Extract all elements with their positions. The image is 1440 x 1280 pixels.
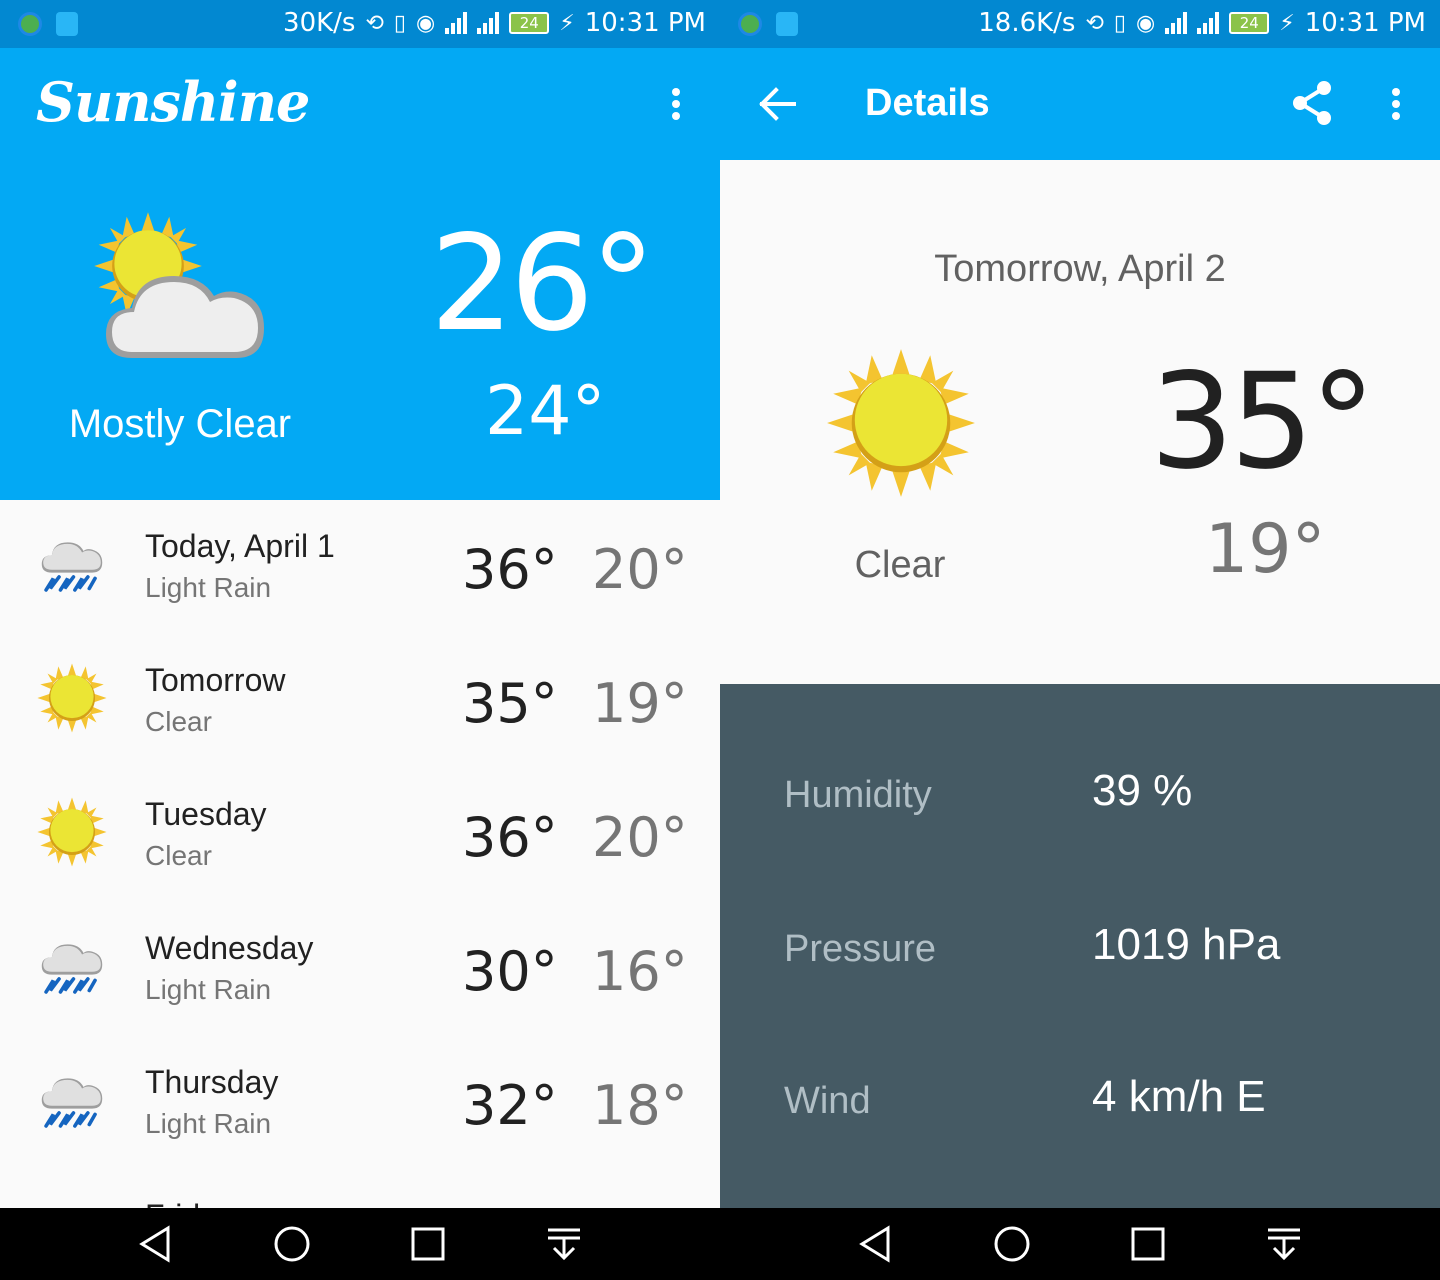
forecast-day: Thursday	[145, 1064, 279, 1100]
pressure-row: Pressure 1019 hPa	[720, 908, 1440, 988]
eye-icon: ◉	[416, 10, 436, 36]
mostly-clear-icon	[94, 212, 264, 358]
forecast-high-temp: 30°	[462, 940, 558, 1003]
data-signal-icon	[1197, 12, 1220, 34]
forecast-low-temp: 19°	[592, 672, 688, 735]
overflow-menu-icon[interactable]	[656, 84, 696, 124]
today-card[interactable]: Mostly Clear 26° 24°	[0, 160, 720, 500]
usb-icon	[56, 12, 78, 36]
detail-description: Clear	[854, 544, 946, 586]
light-rain-icon	[39, 942, 105, 994]
forecast-high-temp: 36°	[462, 806, 558, 869]
forecast-day: Wednesday	[145, 930, 314, 966]
forecast-row[interactable]: Tuesday Clear 36° 20°	[0, 768, 720, 902]
globe-icon	[738, 12, 762, 36]
signal-icon	[1165, 12, 1188, 34]
detail-summary: Tomorrow, April 2 Clear 35° 19°	[720, 160, 1440, 684]
humidity-row: Humidity 39 %	[720, 754, 1440, 834]
charging-icon: ⚡	[559, 10, 575, 36]
forecast-row[interactable]: Wednesday Light Rain 30° 16°	[0, 902, 720, 1036]
forecast-description: Light Rain	[145, 974, 272, 1005]
forecast-day: Friday	[145, 1198, 234, 1208]
forecast-low-temp: 16°	[592, 940, 688, 1003]
detail-high-temp: 35°	[1150, 345, 1376, 499]
pressure-value: 1019 hPa	[1092, 920, 1281, 969]
sync-icon: ⟲	[365, 10, 384, 36]
nav-bar	[0, 1208, 720, 1280]
detail-extras: Humidity 39 % Pressure 1019 hPa Wind 4 k…	[720, 684, 1440, 1208]
nav-bar	[720, 1208, 1440, 1280]
usb-icon	[776, 12, 798, 36]
forecast-high-temp: 36°	[462, 538, 558, 601]
main-screen: 30K/s ⟲ ▯ ◉ 24 ⚡ 10:31 PM Sunshine Mostl…	[0, 0, 720, 1280]
forecast-row[interactable]: Thursday Light Rain 32° 18°	[0, 1036, 720, 1170]
forecast-day: Today, April 1	[145, 528, 335, 564]
details-screen: 18.6K/s ⟲ ▯ ◉ 24 ⚡ 10:31 PM Details Tomo…	[720, 0, 1440, 1280]
forecast-row[interactable]: Today, April 1 Light Rain 36° 20°	[0, 500, 720, 634]
notification-pull-icon[interactable]	[1264, 1224, 1304, 1264]
status-bar: 18.6K/s ⟲ ▯ ◉ 24 ⚡ 10:31 PM	[720, 0, 1440, 48]
forecast-description: Clear	[145, 840, 212, 871]
humidity-value: 39 %	[1092, 766, 1193, 815]
vibrate-icon: ▯	[393, 10, 407, 36]
forecast-day: Tuesday	[145, 796, 267, 832]
status-time: 10:31 PM	[1304, 8, 1426, 38]
recents-nav-icon[interactable]	[1128, 1224, 1168, 1264]
forecast-description: Clear	[145, 706, 212, 737]
status-time: 10:31 PM	[584, 8, 706, 38]
vibrate-icon: ▯	[1113, 10, 1127, 36]
back-nav-icon[interactable]	[856, 1224, 896, 1264]
home-nav-icon[interactable]	[992, 1224, 1032, 1264]
forecast-list[interactable]: Today, April 1 Light Rain 36° 20° Tomorr…	[0, 500, 720, 1208]
light-rain-icon	[39, 540, 105, 592]
details-toolbar: Details	[720, 48, 1440, 160]
clear-icon	[37, 663, 107, 733]
humidity-label: Humidity	[784, 774, 932, 816]
notification-pull-icon[interactable]	[544, 1224, 584, 1264]
forecast-row[interactable]: Tomorrow Clear 35° 19°	[0, 634, 720, 768]
wind-value: 4 km/h E	[1092, 1072, 1266, 1121]
detail-low-temp: 19°	[1205, 510, 1326, 589]
globe-icon	[18, 12, 42, 36]
network-speed: 18.6K/s	[978, 8, 1076, 38]
pressure-label: Pressure	[784, 928, 937, 970]
light-rain-icon	[39, 1076, 105, 1128]
charging-icon: ⚡	[1279, 10, 1295, 36]
forecast-row[interactable]: Friday	[0, 1170, 720, 1208]
page-title: Details	[865, 82, 990, 124]
today-low-temp: 24°	[485, 372, 606, 451]
clear-icon	[827, 349, 975, 497]
app-title: Sunshine	[36, 70, 310, 134]
forecast-low-temp: 20°	[592, 538, 688, 601]
forecast-low-temp: 18°	[592, 1074, 688, 1137]
detail-date: Tomorrow, April 2	[934, 248, 1226, 290]
battery-icon: 24	[1229, 12, 1270, 34]
forecast-high-temp: 35°	[462, 672, 558, 735]
share-icon[interactable]	[1290, 80, 1334, 126]
data-signal-icon	[477, 12, 500, 34]
battery-icon: 24	[509, 12, 550, 34]
wind-label: Wind	[784, 1080, 871, 1122]
clear-icon	[37, 797, 107, 867]
forecast-description: Light Rain	[145, 572, 272, 603]
overflow-menu-icon[interactable]	[1376, 84, 1416, 124]
app-toolbar: Sunshine	[0, 48, 720, 160]
status-bar: 30K/s ⟲ ▯ ◉ 24 ⚡ 10:31 PM	[0, 0, 720, 48]
signal-icon	[445, 12, 468, 34]
today-description: Mostly Clear	[68, 402, 292, 446]
forecast-low-temp: 20°	[592, 806, 688, 869]
back-arrow-icon[interactable]	[756, 82, 800, 126]
back-nav-icon[interactable]	[136, 1224, 176, 1264]
eye-icon: ◉	[1136, 10, 1156, 36]
forecast-day: Tomorrow	[145, 662, 286, 698]
wind-row: Wind 4 km/h E	[720, 1060, 1440, 1140]
forecast-high-temp: 32°	[462, 1074, 558, 1137]
sync-icon: ⟲	[1085, 10, 1104, 36]
forecast-description: Light Rain	[145, 1108, 272, 1139]
cloud-icon	[36, 1198, 108, 1208]
network-speed: 30K/s	[283, 8, 356, 38]
recents-nav-icon[interactable]	[408, 1224, 448, 1264]
home-nav-icon[interactable]	[272, 1224, 312, 1264]
today-high-temp: 26°	[430, 207, 656, 361]
